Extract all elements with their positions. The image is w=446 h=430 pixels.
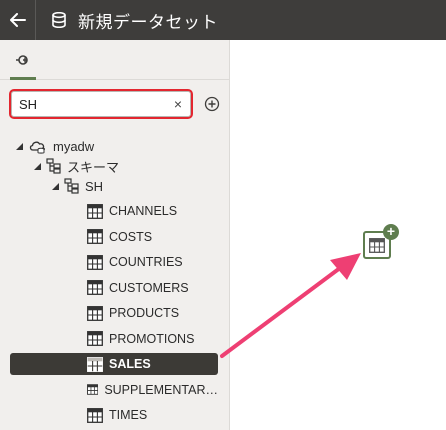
table-item-costs[interactable]: COSTS (10, 226, 218, 248)
page-title: 新規データセット (78, 12, 218, 33)
table-icon (87, 305, 103, 321)
table-item-times[interactable]: TIMES (10, 404, 218, 426)
cloud-database-icon (29, 141, 45, 154)
search-input[interactable] (19, 92, 169, 116)
tab-active-indicator (10, 77, 36, 80)
join-diagram-canvas[interactable] (231, 40, 446, 430)
add-button[interactable] (204, 96, 220, 112)
panel-tabbar (0, 40, 229, 80)
expanded-triangle-icon[interactable] (14, 141, 24, 151)
table-label: PROMOTIONS (109, 331, 195, 346)
search-row: × (0, 88, 230, 120)
table-icon (87, 280, 103, 295)
search-field[interactable]: × (11, 91, 191, 117)
tree-node-schemas[interactable]: スキーマ (32, 156, 119, 176)
table-icon (87, 254, 103, 270)
table-label: CHANNELS (109, 204, 178, 218)
table-item-products[interactable]: PRODUCTS (10, 302, 218, 324)
table-item-countries[interactable]: COUNTRIES (10, 251, 218, 273)
add-badge-icon: + (383, 224, 399, 240)
table-label: SUPPLEMENTAR… (104, 382, 218, 397)
back-button[interactable] (0, 0, 36, 40)
connection-label: myadw (53, 138, 95, 154)
table-item-channels[interactable]: CHANNELS (10, 200, 218, 222)
table-label: TIMES (109, 408, 148, 422)
table-label: COUNTRIES (109, 255, 183, 269)
expanded-triangle-icon[interactable] (50, 181, 60, 191)
table-icon (87, 203, 103, 219)
table-label: SALES (109, 357, 151, 371)
table-icon (87, 229, 103, 244)
table-icon (87, 331, 103, 346)
data-source-panel: × myadw (0, 40, 230, 430)
database-icon (50, 0, 68, 40)
table-label: CUSTOMERS (109, 280, 189, 295)
schema-icon (46, 158, 61, 174)
table-icon (87, 356, 103, 372)
clear-search-button[interactable]: × (171, 96, 185, 112)
table-item-customers[interactable]: CUSTOMERS (10, 277, 218, 299)
schemas-label: スキーマ (67, 159, 120, 175)
table-item-supplementary[interactable]: SUPPLEMENTAR… (10, 379, 218, 401)
table-icon (87, 384, 99, 395)
connection-plug-icon (16, 55, 28, 65)
tab-connections[interactable] (10, 40, 36, 80)
arrow-left-icon (9, 13, 26, 27)
tree-node-schema-sh[interactable]: SH (50, 176, 103, 196)
app-header: 新規データセット (0, 0, 446, 40)
plus-circle-icon (204, 96, 220, 112)
schema-icon (64, 178, 79, 194)
table-label: COSTS (109, 229, 153, 244)
tree-node-connection[interactable]: myadw (14, 136, 94, 156)
expanded-triangle-icon[interactable] (32, 161, 42, 171)
table-icon (87, 407, 103, 423)
table-icon (369, 237, 385, 253)
table-item-promotions[interactable]: PROMOTIONS (10, 328, 218, 350)
table-item-sales[interactable]: SALES (10, 353, 218, 375)
schema-label: SH (85, 178, 104, 194)
table-label: PRODUCTS (109, 306, 180, 320)
